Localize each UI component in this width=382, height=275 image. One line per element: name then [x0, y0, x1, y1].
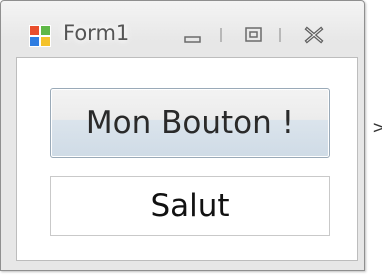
close-icon[interactable]	[302, 25, 326, 45]
titlebar-separator	[220, 28, 222, 42]
title-bar[interactable]: Form1	[1, 1, 364, 53]
edge-glyph: >	[372, 118, 382, 138]
minimize-icon[interactable]	[181, 25, 205, 45]
mon-bouton-button[interactable]: Mon Bouton !	[50, 88, 330, 158]
window-title: Form1	[63, 21, 130, 45]
titlebar-separator	[279, 28, 281, 42]
maximize-icon[interactable]	[242, 25, 266, 45]
windows-form-icon	[29, 25, 51, 47]
salut-label: Salut	[50, 176, 330, 236]
